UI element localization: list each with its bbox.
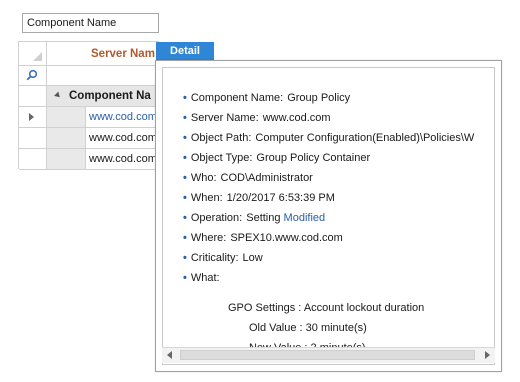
bullet-icon: • [183, 272, 187, 284]
detail-value: SPEX10.www.cod.com [230, 232, 343, 244]
detail-key: What: [190, 272, 220, 284]
detail-value: COD\Administrator [220, 172, 313, 184]
gpo-settings-text: GPO Settings : Account lockout duration [228, 302, 425, 314]
detail-list: • Component Name: Group Policy • Server Nam… [183, 88, 494, 288]
indent-cell [47, 128, 86, 148]
table-row[interactable]: www.cod.com [19, 128, 159, 149]
detail-item-when: • When: 1/20/2017 6:53:39 PM [183, 188, 494, 208]
detail-key: Component Name: [190, 92, 284, 104]
detail-value: Setting [246, 212, 281, 224]
old-value-text: Old Value : 30 minute(s) [249, 322, 367, 334]
detail-item-where: • Where: SPEX10.www.cod.com [183, 228, 494, 248]
detail-value: Low [242, 252, 263, 264]
filter-row[interactable] [19, 66, 159, 86]
detail-key: Criticality: [190, 252, 239, 264]
indent-cell [47, 149, 86, 169]
bullet-icon: • [183, 212, 187, 224]
detail-item-who: • Who: COD\Administrator [183, 168, 494, 188]
scroll-right-icon[interactable] [479, 348, 495, 363]
bullet-icon: • [183, 92, 187, 104]
bullet-icon: • [183, 112, 187, 124]
bullet-icon: • [183, 132, 187, 144]
bullet-icon: • [183, 192, 187, 204]
detail-item-operation: • Operation: Setting Modified [183, 208, 494, 228]
table-row[interactable]: www.cod.com [19, 149, 159, 170]
detail-item-criticality: • Criticality: Low [183, 248, 494, 268]
detail-item-component-name: • Component Name: Group Policy [183, 88, 494, 108]
detail-key: Where: [190, 232, 227, 244]
bullet-icon: • [183, 252, 187, 264]
detail-value: www.cod.com [262, 112, 331, 124]
detail-value: Group Policy Container [256, 152, 371, 164]
server-name-cell[interactable]: www.cod.com [89, 128, 157, 148]
row-indicator [19, 128, 47, 148]
detail-item-object-type: • Object Type: Group Policy Container [183, 148, 494, 168]
bullet-icon: • [183, 152, 187, 164]
server-name-cell[interactable]: www.cod.com [89, 149, 157, 169]
filter-row-cell [19, 66, 47, 85]
detail-item-what: • What: [183, 268, 494, 288]
detail-value: Computer Configuration(Enabled)\Policies… [255, 132, 475, 144]
scroll-thumb[interactable] [180, 350, 475, 360]
scroll-left-icon[interactable] [162, 348, 178, 363]
detail-item-object-path: • Object Path: Computer Configuration(Enab… [183, 128, 494, 148]
operation-modified-link[interactable]: Modified [284, 212, 326, 224]
group-label: Component Na [69, 90, 151, 102]
group-row-cell [19, 86, 47, 106]
results-grid: Server Nam Component Na www.cod.com www.… [18, 41, 159, 170]
detail-item-server-name: • Server Name: www.cod.com [183, 108, 494, 128]
bullet-icon: • [183, 232, 187, 244]
detail-key: Object Path: [190, 132, 252, 144]
current-row-arrow-icon [29, 113, 34, 121]
detail-value: 1/20/2017 6:53:39 PM [226, 192, 335, 204]
row-indicator [19, 149, 47, 169]
detail-key: Operation: [190, 212, 243, 224]
bullet-icon: • [183, 172, 187, 184]
detail-key: Object Type: [190, 152, 253, 164]
indent-cell [47, 107, 86, 127]
detail-content: • Component Name: Group Policy • Server Nam… [162, 67, 495, 365]
detail-value: Group Policy [287, 92, 351, 104]
detail-tab[interactable]: Detail [156, 42, 214, 60]
detail-panel: • Component Name: Group Policy • Server Nam… [155, 60, 502, 372]
group-row[interactable]: Component Na [19, 86, 159, 107]
horizontal-scrollbar[interactable] [162, 347, 495, 363]
row-indicator [19, 107, 47, 127]
search-icon[interactable] [26, 69, 38, 81]
table-row[interactable]: www.cod.com [19, 107, 159, 128]
select-all-corner[interactable] [19, 42, 47, 65]
column-header-server-name[interactable]: Server Nam [91, 42, 155, 65]
detail-key: Who: [190, 172, 217, 184]
detail-key: Server Name: [190, 112, 259, 124]
detail-key: When: [190, 192, 223, 204]
group-by-field[interactable]: Component Name [22, 13, 159, 33]
grid-header-row: Server Nam [19, 42, 159, 66]
server-name-cell[interactable]: www.cod.com [89, 107, 157, 127]
